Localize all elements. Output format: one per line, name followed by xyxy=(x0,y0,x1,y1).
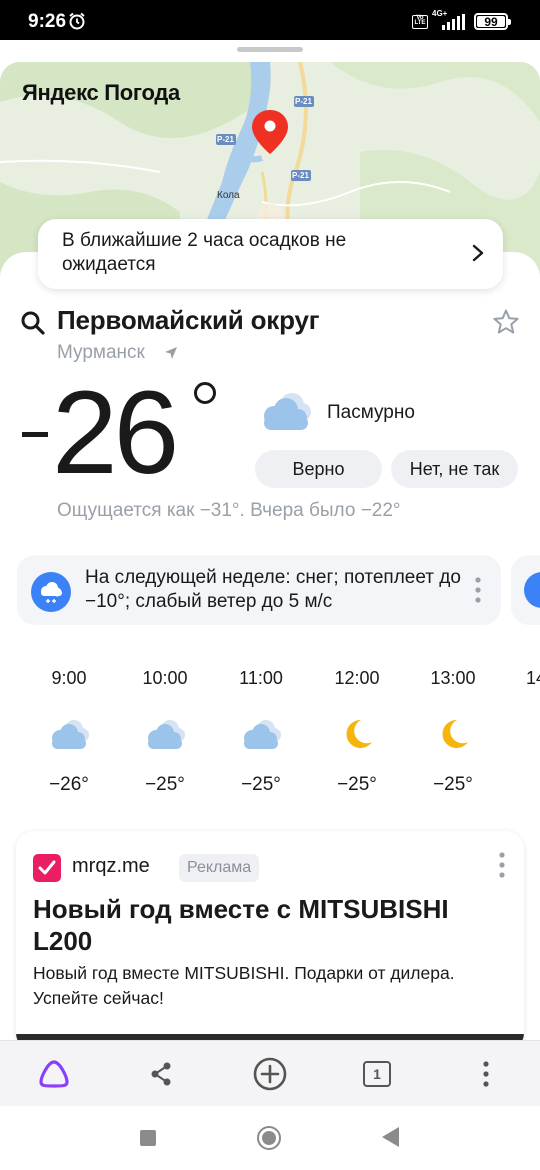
hour-temp: −25° xyxy=(433,774,473,795)
volte-icon: Vo LTE xyxy=(412,15,428,29)
check-icon xyxy=(38,860,56,875)
snow-cloud-icon xyxy=(31,572,71,612)
temperature-sign xyxy=(22,432,48,437)
sheet-handle[interactable] xyxy=(237,47,303,52)
forecast-icon xyxy=(524,572,540,608)
new-tab-button[interactable] xyxy=(250,1055,290,1093)
hourly-item[interactable]: 13:00 −25° xyxy=(405,668,501,796)
precipitation-card[interactable]: В ближайшие 2 часа осадков не ожидается xyxy=(38,219,503,289)
star-icon[interactable] xyxy=(492,308,520,336)
home-button[interactable] xyxy=(257,1126,281,1150)
browser-toolbar: 1 xyxy=(0,1040,540,1106)
moon-icon xyxy=(442,719,468,748)
feels-like-text: Ощущается как −31°. Вчера было −22° xyxy=(57,500,401,521)
road-label-3: Р-21 xyxy=(292,171,309,180)
hourly-item[interactable]: 14 xyxy=(501,668,540,752)
ad-title[interactable]: Новый год вместе с MITSUBISHI L200 xyxy=(33,893,503,957)
alice-icon xyxy=(39,1060,69,1088)
cloudy-icon xyxy=(52,720,89,749)
hourly-item[interactable]: 9:00 −26° xyxy=(21,668,117,796)
add-icon xyxy=(253,1057,287,1091)
ad-card[interactable]: mrqz.me Реклама Новый год вместе с MITSU… xyxy=(16,831,524,1051)
more-vertical-icon[interactable] xyxy=(498,851,506,879)
battery-level: 99 xyxy=(477,16,505,29)
alice-button[interactable] xyxy=(34,1055,74,1093)
road-label-1: Р-21 xyxy=(295,97,312,106)
share-icon xyxy=(151,1062,171,1086)
next-forecast-card[interactable] xyxy=(511,555,540,625)
location-arrow-icon xyxy=(165,347,177,359)
road-label-2: Р-21 xyxy=(217,135,234,144)
hourly-item[interactable]: 12:00 −25° xyxy=(309,668,405,796)
hour-temp: −26° xyxy=(49,774,89,795)
map-place-label: Кола xyxy=(217,190,240,201)
tabs-icon: 1 xyxy=(363,1061,391,1087)
app-title: Яндекс Погода xyxy=(22,80,180,105)
back-button[interactable] xyxy=(382,1127,399,1147)
feedback-wrong-button[interactable]: Нет, не так xyxy=(391,450,518,488)
hour-temp: −25° xyxy=(145,774,185,795)
current-temperature: 26 xyxy=(52,367,179,499)
hour-temp: −25° xyxy=(337,774,377,795)
hour-time: 13:00 xyxy=(430,668,476,688)
ad-domain[interactable]: mrqz.me xyxy=(72,855,150,878)
degree-symbol xyxy=(194,382,216,404)
share-button[interactable] xyxy=(141,1055,181,1093)
tabs-count: 1 xyxy=(373,1066,381,1082)
more-vertical-icon[interactable] xyxy=(474,576,482,604)
cloudy-icon xyxy=(264,393,311,430)
more-vertical-icon xyxy=(483,1061,489,1087)
hourly-item[interactable]: 11:00 −25° xyxy=(213,668,309,796)
hour-time: 9:00 xyxy=(51,668,87,688)
condition-text: Пасмурно xyxy=(327,402,415,423)
advertiser-logo xyxy=(33,854,61,882)
recents-button[interactable] xyxy=(140,1130,156,1146)
status-bar: 9:26 Vo LTE 4G+ 99 xyxy=(0,0,540,40)
alarm-icon xyxy=(69,12,85,30)
signal-icon xyxy=(442,14,465,30)
search-icon[interactable] xyxy=(20,310,46,336)
hourly-item[interactable]: 10:00 −25° xyxy=(117,668,213,796)
moon-icon xyxy=(346,719,372,748)
hour-time: 11:00 xyxy=(239,668,283,688)
ad-description: Новый год вместе MITSUBISHI. Подарки от … xyxy=(33,963,455,1008)
city-name: Мурманск xyxy=(57,342,145,363)
hour-time: 10:00 xyxy=(142,668,188,688)
status-time: 9:26 xyxy=(28,11,67,32)
weekly-forecast-text: На следующей неделе: снег; потеплеет до … xyxy=(85,567,461,612)
battery-icon: 99 xyxy=(474,13,511,30)
hour-time: 14 xyxy=(526,668,540,688)
hour-time: 12:00 xyxy=(334,668,380,688)
ad-badge: Реклама xyxy=(179,854,260,882)
feedback-correct-button[interactable]: Верно xyxy=(255,450,382,488)
menu-button[interactable] xyxy=(466,1055,506,1093)
hour-temp: −25° xyxy=(241,774,281,795)
chevron-right-icon xyxy=(472,244,484,262)
precipitation-text: В ближайшие 2 часа осадков не ожидается xyxy=(62,230,347,275)
tabs-button[interactable]: 1 xyxy=(357,1055,397,1093)
cloudy-icon xyxy=(148,720,185,749)
cloudy-icon xyxy=(244,720,281,749)
location-title[interactable]: Первомайский округ xyxy=(57,305,320,336)
